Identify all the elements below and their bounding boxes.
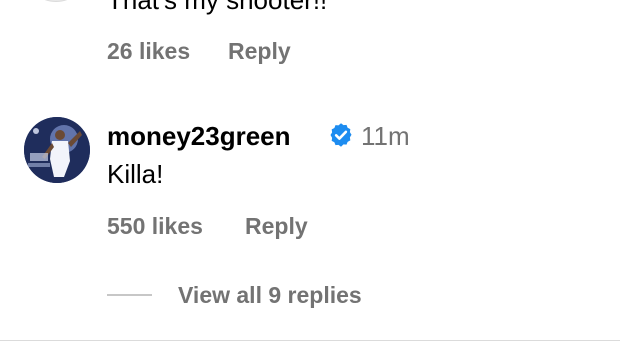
previous-comment-avatar[interactable] bbox=[25, 0, 87, 2]
comment-timestamp: 11m bbox=[361, 121, 410, 151]
comment-likes[interactable]: 550 likes bbox=[107, 213, 203, 239]
verified-badge-icon bbox=[330, 123, 352, 147]
previous-comment-reply-button[interactable]: Reply bbox=[228, 38, 291, 64]
view-all-replies-button[interactable]: View all 9 replies bbox=[178, 282, 362, 308]
previous-comment-likes[interactable]: 26 likes bbox=[107, 38, 190, 64]
commenter-avatar[interactable] bbox=[24, 117, 90, 183]
section-separator bbox=[0, 340, 620, 341]
replies-divider bbox=[107, 294, 152, 296]
comment-reply-button[interactable]: Reply bbox=[245, 213, 308, 239]
commenter-username[interactable]: money23green bbox=[107, 121, 291, 151]
previous-comment-text: That's my shooter!! bbox=[107, 0, 328, 15]
comment-text: Killa! bbox=[107, 159, 164, 189]
